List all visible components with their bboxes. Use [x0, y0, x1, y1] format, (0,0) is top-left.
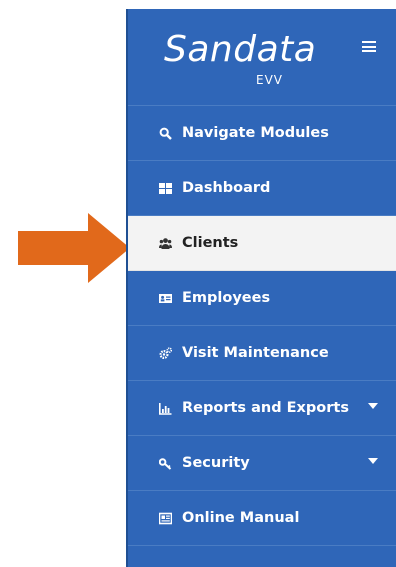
- pointer-arrow: [18, 213, 130, 283]
- sidebar-item-label: Security: [182, 455, 250, 471]
- brand-logo: Sandata: [164, 29, 317, 70]
- sidebar-item-label: Online Manual: [182, 510, 300, 526]
- chevron-down-icon[interactable]: [368, 458, 378, 464]
- gears-icon: [159, 346, 172, 360]
- sidebar-item-visit-maintenance[interactable]: Visit Maintenance: [128, 326, 396, 381]
- brand-subtitle: EVV: [256, 73, 283, 87]
- sidebar-menu: Navigate Modules Dashboard Clients Emplo…: [128, 106, 396, 546]
- brand-header: Sandata EVV: [128, 9, 396, 106]
- sidebar-item-label: Dashboard: [182, 180, 271, 196]
- sidebar-item-navigate-modules[interactable]: Navigate Modules: [128, 106, 396, 161]
- sidebar-item-security[interactable]: Security: [128, 436, 396, 491]
- users-icon: [159, 237, 172, 250]
- sidebar-item-employees[interactable]: Employees: [128, 271, 396, 326]
- id-card-icon: [159, 292, 172, 305]
- bar-chart-icon: [159, 402, 172, 415]
- sidebar-item-label: Reports and Exports: [182, 400, 349, 416]
- sidebar-item-label: Employees: [182, 290, 271, 306]
- sidebar-item-online-manual[interactable]: Online Manual: [128, 491, 396, 546]
- sidebar-item-label: Clients: [182, 235, 239, 251]
- key-icon: [159, 457, 172, 470]
- grid-icon: [159, 182, 172, 195]
- search-icon: [159, 127, 172, 140]
- chevron-down-icon[interactable]: [368, 403, 378, 409]
- sidebar: Sandata EVV Navigate Modules Dashboard C…: [126, 9, 396, 567]
- sidebar-item-clients[interactable]: Clients: [128, 216, 396, 271]
- sidebar-item-label: Navigate Modules: [182, 125, 329, 141]
- sidebar-item-reports-and-exports[interactable]: Reports and Exports: [128, 381, 396, 436]
- sidebar-item-dashboard[interactable]: Dashboard: [128, 161, 396, 216]
- sidebar-item-label: Visit Maintenance: [182, 345, 329, 361]
- hamburger-menu-icon[interactable]: [362, 41, 376, 52]
- manual-icon: [159, 512, 172, 525]
